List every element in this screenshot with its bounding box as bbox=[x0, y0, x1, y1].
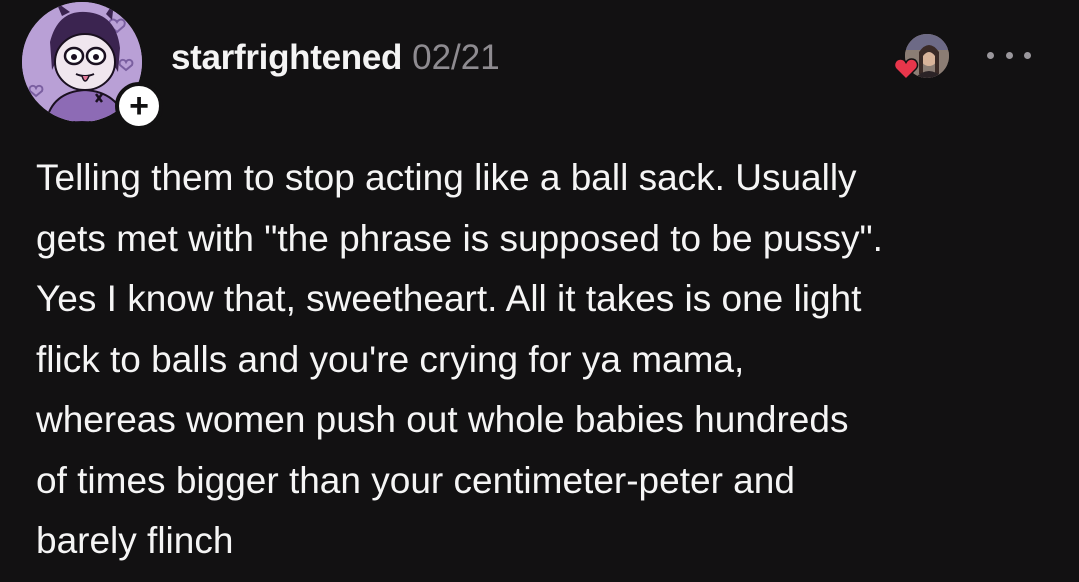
dot bbox=[1024, 51, 1031, 59]
heart-icon bbox=[893, 58, 919, 81]
post-body-line: gets met with "the phrase is supposed to… bbox=[36, 217, 883, 259]
post-body-line: of times bigger than your centimeter-pet… bbox=[36, 459, 795, 501]
post-meta: starfrightened 02/21 bbox=[171, 36, 500, 80]
more-dots-icon[interactable] bbox=[987, 48, 1031, 62]
plus-icon: + bbox=[129, 87, 149, 125]
post-body-line: whereas women push out whole babies hund… bbox=[36, 399, 849, 440]
liked-by-indicator[interactable] bbox=[893, 34, 949, 82]
post-body-line: Telling them to stop acting like a ball … bbox=[36, 157, 857, 198]
post-date: 02/21 bbox=[412, 38, 500, 77]
username-link[interactable]: starfrightened bbox=[171, 38, 402, 77]
post-body: Telling them to stop acting like a ball … bbox=[36, 148, 1046, 572]
post-body-line: flick to balls and you're crying for ya … bbox=[36, 338, 745, 380]
post-body-line: Yes I know that, sweetheart. All it take… bbox=[36, 278, 862, 319]
follow-button[interactable]: + bbox=[115, 82, 163, 130]
dot bbox=[987, 51, 994, 59]
dot bbox=[1005, 51, 1013, 59]
avatar-container: + bbox=[22, 2, 163, 130]
post-body-line: barely flinch bbox=[36, 520, 234, 561]
